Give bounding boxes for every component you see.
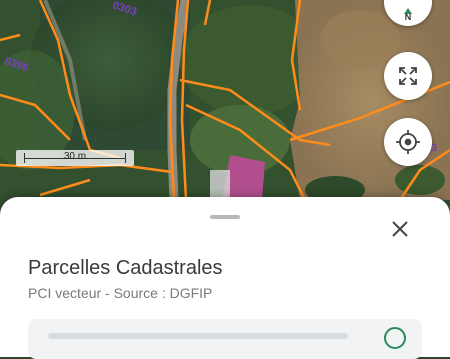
layer-title: Parcelles Cadastrales — [28, 257, 223, 279]
close-button[interactable] — [388, 217, 412, 241]
info-card-text — [48, 333, 348, 339]
sheet-drag-handle[interactable] — [210, 215, 240, 219]
fullscreen-button[interactable] — [384, 52, 432, 100]
bottom-sheet: Parcelles Cadastrales PCI vecteur - Sour… — [0, 197, 450, 359]
close-icon — [392, 221, 408, 237]
expand-icon — [399, 67, 417, 85]
layer-subtitle: PCI vecteur - Source : DGFIP — [28, 285, 213, 301]
north-letter: N — [404, 12, 412, 22]
scale-bar-label: 30 m — [63, 151, 87, 162]
locate-me-button[interactable] — [384, 118, 432, 166]
scale-bar: 30 m — [16, 150, 134, 166]
info-card-icon — [384, 327, 406, 349]
crosshair-locate-icon — [396, 130, 420, 154]
info-card[interactable] — [28, 319, 422, 359]
